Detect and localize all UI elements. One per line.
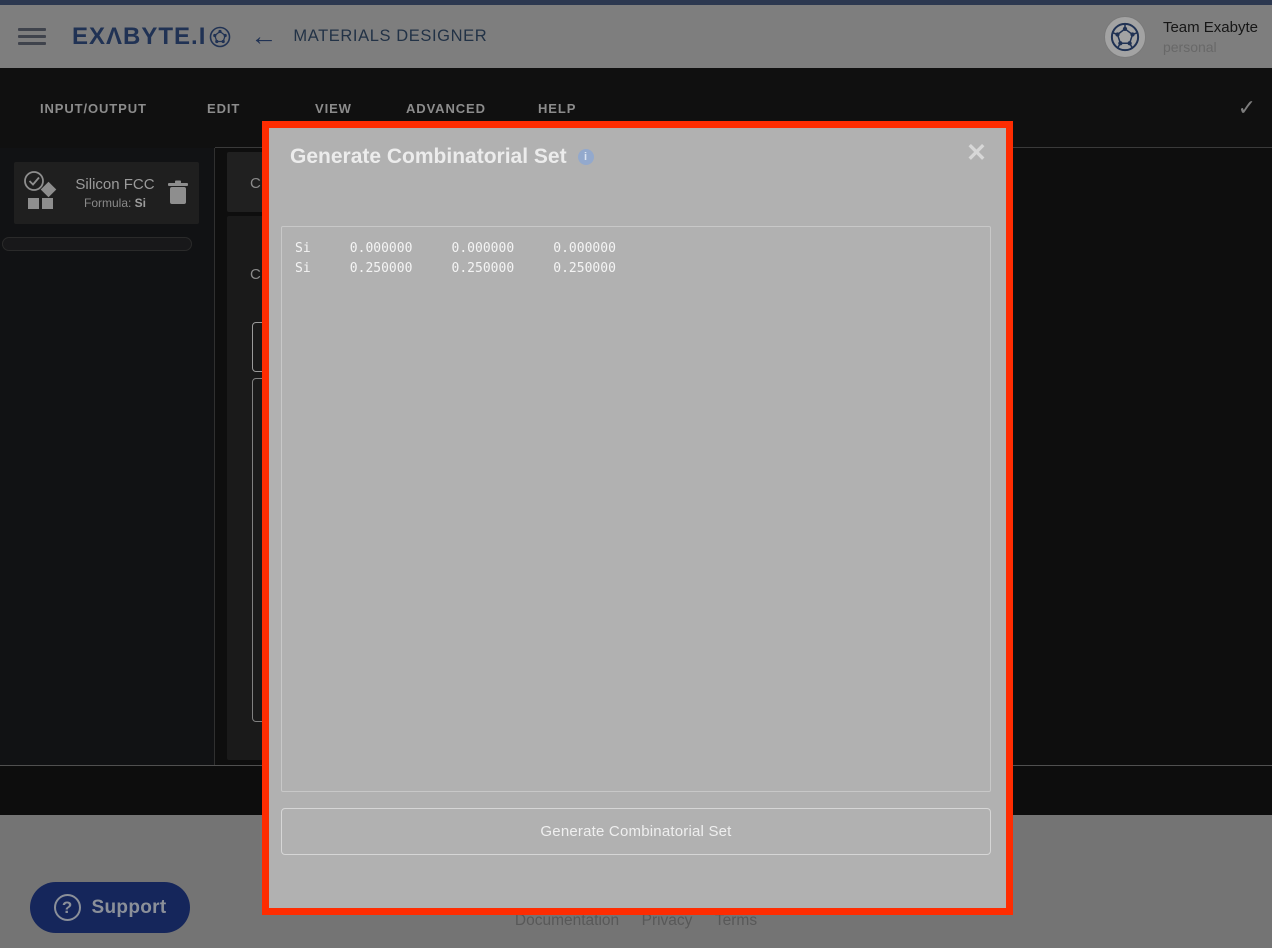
material-selected-icon[interactable] xyxy=(21,170,61,216)
basis-line: Si 0.000000 0.000000 0.000000 xyxy=(295,239,977,259)
generate-combinatorial-set-dialog: Generate Combinatorial Set i ✕ Si 0.0000… xyxy=(262,121,1013,915)
user-name: Team Exabyte xyxy=(1163,19,1258,36)
app-header: EXΛBYTE.I ← MATERIALS DESIGNER xyxy=(0,5,1272,68)
apply-check-icon[interactable]: ✓ xyxy=(1238,68,1256,148)
hamburger-menu-icon[interactable] xyxy=(18,24,46,49)
avatar xyxy=(1104,16,1146,58)
materials-designer-app: EXΛBYTE.I ← MATERIALS DESIGNER xyxy=(0,0,1272,948)
material-formula: Formula: Si xyxy=(63,196,167,210)
brand-logo-text: EXΛBYTE.I xyxy=(72,23,206,51)
fullerene-icon xyxy=(208,25,232,49)
generate-combinatorial-set-button[interactable]: Generate Combinatorial Set xyxy=(281,808,991,855)
close-icon[interactable]: ✕ xyxy=(966,141,987,166)
account-menu[interactable]: Team Exabyte personal xyxy=(1104,5,1258,68)
user-account-type: personal xyxy=(1163,39,1258,55)
menu-input-output[interactable]: INPUT/OUTPUT xyxy=(40,68,147,148)
background-clipped-text: C xyxy=(250,266,261,283)
basis-textarea[interactable]: Si 0.000000 0.000000 0.000000Si 0.250000… xyxy=(281,226,991,792)
dialog-title: Generate Combinatorial Set xyxy=(290,145,567,169)
formula-label: Formula: xyxy=(84,196,135,210)
material-name: Silicon FCC xyxy=(63,176,167,193)
material-list-item[interactable]: Silicon FCC Formula: Si xyxy=(14,162,199,224)
formula-value: Si xyxy=(135,196,146,210)
delete-material-icon[interactable] xyxy=(167,180,189,206)
back-arrow-icon[interactable]: ← xyxy=(250,23,277,50)
support-button[interactable]: ? Support xyxy=(30,882,190,933)
info-icon[interactable]: i xyxy=(578,149,594,165)
material-info: Silicon FCC Formula: Si xyxy=(63,176,167,210)
basis-line: Si 0.250000 0.250000 0.250000 xyxy=(295,259,977,279)
brand-logo[interactable]: EXΛBYTE.I xyxy=(72,23,232,51)
user-info: Team Exabyte personal xyxy=(1163,19,1258,55)
support-button-label: Support xyxy=(92,897,167,919)
page-title: MATERIALS DESIGNER xyxy=(293,27,487,46)
background-clipped-text: C xyxy=(250,175,261,192)
question-icon: ? xyxy=(54,894,81,921)
materials-sidebar: Silicon FCC Formula: Si xyxy=(0,148,215,765)
menu-edit[interactable]: EDIT xyxy=(207,68,240,148)
dialog-title-row: Generate Combinatorial Set i xyxy=(290,145,594,169)
sidebar-scrollbar[interactable] xyxy=(2,237,192,251)
fullerene-avatar-icon xyxy=(1110,22,1140,52)
